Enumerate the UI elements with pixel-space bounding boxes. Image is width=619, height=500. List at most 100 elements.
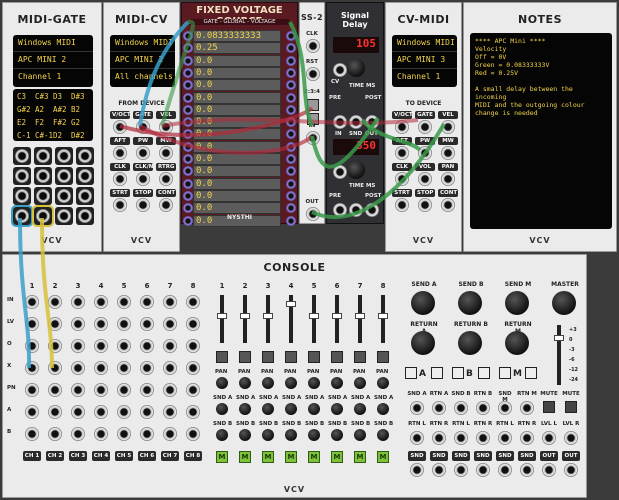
- voltage-value[interactable]: 0.0: [193, 153, 281, 165]
- gate-jack[interactable]: [76, 167, 94, 185]
- voltage-out-jack[interactable]: [286, 129, 296, 140]
- note-cell[interactable]: C#-1: [35, 131, 53, 140]
- driver-row[interactable]: Windows MIDI: [13, 35, 93, 52]
- voltage-value[interactable]: 0.0: [193, 54, 281, 67]
- send-return-jack[interactable]: [498, 401, 512, 415]
- gate-in-jack[interactable]: [183, 129, 193, 140]
- channel-jack[interactable]: [25, 405, 39, 419]
- mute-button[interactable]: [262, 351, 274, 363]
- gate-in-jack[interactable]: [183, 166, 193, 177]
- channel-jack[interactable]: [186, 361, 200, 375]
- return-knob[interactable]: [411, 331, 435, 355]
- channel-jack[interactable]: [94, 427, 108, 441]
- send-b-knob[interactable]: [262, 429, 274, 441]
- output-jack[interactable]: [136, 146, 150, 160]
- gate-jack[interactable]: [55, 167, 73, 185]
- gate-jack[interactable]: [13, 187, 31, 205]
- channel-jack[interactable]: [163, 361, 177, 375]
- channel-jack[interactable]: [48, 339, 62, 353]
- send-a-knob[interactable]: [331, 403, 343, 415]
- input-jack[interactable]: [441, 198, 455, 212]
- send-return-jack[interactable]: [432, 401, 446, 415]
- voltage-out-jack[interactable]: [286, 31, 296, 41]
- gate-jack[interactable]: [55, 147, 73, 165]
- out-jack[interactable]: [498, 463, 512, 477]
- output-jack[interactable]: [159, 198, 173, 212]
- gate-jack[interactable]: [76, 147, 94, 165]
- send-knob[interactable]: [458, 291, 482, 315]
- send-knob[interactable]: [505, 291, 529, 315]
- channel-jack[interactable]: [186, 317, 200, 331]
- channel-jack[interactable]: [25, 295, 39, 309]
- voltage-value[interactable]: 0.25: [193, 42, 281, 55]
- mute-button[interactable]: [308, 351, 320, 363]
- driver-row[interactable]: Windows MIDI: [110, 35, 175, 52]
- send-a-knob[interactable]: [354, 403, 366, 415]
- send-a-knob[interactable]: [239, 403, 251, 415]
- io-jack[interactable]: [476, 431, 490, 445]
- out-jack-1[interactable]: [365, 115, 379, 129]
- send-a-knob[interactable]: [308, 403, 320, 415]
- voltage-out-jack[interactable]: [286, 166, 296, 177]
- driver-row[interactable]: Windows MIDI: [392, 35, 457, 52]
- gate-in-jack[interactable]: [183, 141, 193, 152]
- output-jack[interactable]: [136, 198, 150, 212]
- send-knob[interactable]: [552, 291, 576, 315]
- channel-jack[interactable]: [117, 405, 131, 419]
- gate-in-jack[interactable]: [183, 43, 193, 54]
- voltage-value[interactable]: 0.0: [193, 202, 281, 215]
- time-knob-2[interactable]: [347, 161, 365, 179]
- gate-in-jack[interactable]: [183, 154, 193, 164]
- mute-button[interactable]: [377, 351, 389, 363]
- note-cell[interactable]: D3: [53, 92, 71, 101]
- io-jack[interactable]: [410, 431, 424, 445]
- note-cell[interactable]: G2: [71, 118, 89, 127]
- note-cell[interactable]: B2: [71, 105, 89, 114]
- input-jack[interactable]: [395, 198, 409, 212]
- io-jack[interactable]: [454, 431, 468, 445]
- voltage-out-jack[interactable]: [286, 80, 296, 91]
- return-mute-2[interactable]: [525, 367, 537, 379]
- send-m-button[interactable]: M: [285, 451, 297, 463]
- pan-knob[interactable]: [262, 377, 274, 389]
- output-jack[interactable]: [113, 198, 127, 212]
- note-cell[interactable]: G#2: [17, 105, 35, 114]
- output-jack[interactable]: [113, 172, 127, 186]
- voltage-value[interactable]: 0.0: [193, 79, 281, 92]
- gate-in-jack[interactable]: [183, 67, 193, 78]
- gate-in-jack[interactable]: [183, 80, 193, 91]
- gate-jack[interactable]: [34, 187, 52, 205]
- voltage-out-jack[interactable]: [286, 55, 296, 66]
- send-b-knob[interactable]: [285, 429, 297, 441]
- send-b-knob[interactable]: [308, 429, 320, 441]
- io-jack[interactable]: [432, 431, 446, 445]
- mute-button[interactable]: [239, 351, 251, 363]
- channel-jack[interactable]: [25, 317, 39, 331]
- master-fader[interactable]: [554, 335, 564, 341]
- fader[interactable]: [332, 313, 342, 319]
- pan-knob[interactable]: [377, 377, 389, 389]
- master-mute-button[interactable]: [565, 401, 577, 413]
- note-cell[interactable]: C3: [17, 92, 35, 101]
- channel-jack[interactable]: [117, 361, 131, 375]
- output-jack[interactable]: [136, 120, 150, 134]
- send-knob[interactable]: [411, 291, 435, 315]
- out-jack-2[interactable]: [365, 203, 379, 217]
- channel-jack[interactable]: [25, 383, 39, 397]
- gate-in-jack[interactable]: [183, 92, 193, 103]
- note-grid[interactable]: C3 C#3 D3 D#3 G#2 A2 A#2 B2 E2 F2 F#2 G2 C-1 C#-1 D2 D#…: [13, 89, 93, 143]
- channel-jack[interactable]: [48, 317, 62, 331]
- send-m-button[interactable]: M: [262, 451, 274, 463]
- channel-jack[interactable]: [71, 427, 85, 441]
- pan-knob[interactable]: [331, 377, 343, 389]
- send-b-knob[interactable]: [216, 429, 228, 441]
- voltage-out-jack[interactable]: [286, 154, 296, 164]
- mute-button[interactable]: [216, 351, 228, 363]
- mute-button[interactable]: [354, 351, 366, 363]
- channel-jack[interactable]: [117, 383, 131, 397]
- io-jack[interactable]: [564, 431, 578, 445]
- return-mute-2[interactable]: [478, 367, 490, 379]
- in-jack[interactable]: [306, 131, 320, 145]
- note-cell[interactable]: F2: [35, 118, 53, 127]
- pan-knob[interactable]: [216, 377, 228, 389]
